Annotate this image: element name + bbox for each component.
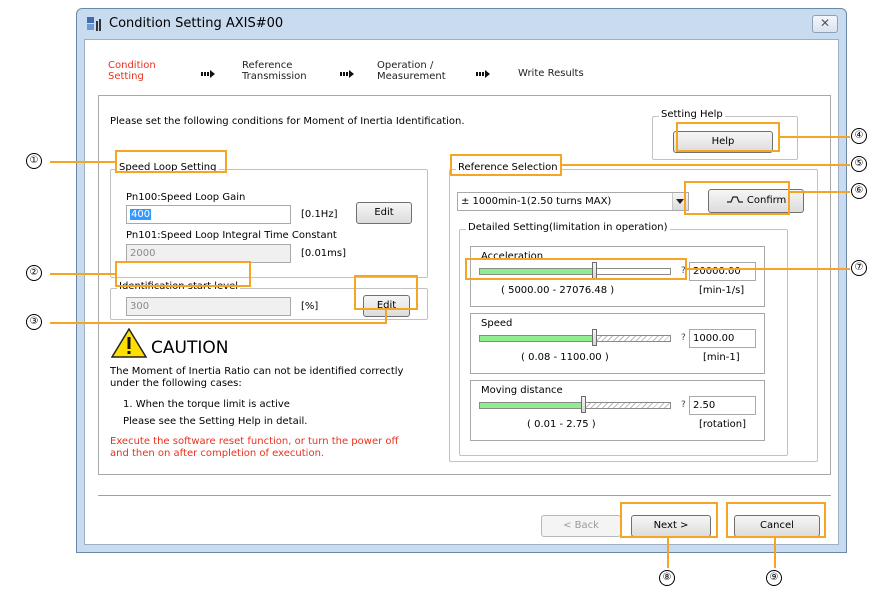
step-write-results: Write Results xyxy=(518,68,584,79)
callout-box-2 xyxy=(115,261,251,287)
step-arrow-icon xyxy=(201,70,215,78)
identification-start-level-field: 300 xyxy=(126,297,291,316)
caution-text-2: under the following cases: xyxy=(110,378,242,389)
callout-number-8: ⑧ xyxy=(659,570,675,586)
callout-number-7: ⑦ xyxy=(851,260,867,276)
callout-box-5 xyxy=(450,154,562,176)
moving-distance-help-icon[interactable]: ? xyxy=(681,400,686,410)
window-title: Condition Setting AXIS#00 xyxy=(109,16,284,31)
title-bar[interactable]: Condition Setting AXIS#00 ✕ xyxy=(77,9,846,39)
caution-item-2: Please see the Setting Help in detail. xyxy=(123,416,308,427)
callout-number-6: ⑥ xyxy=(851,183,867,199)
caution-text-1: The Moment of Inertia Ratio can not be i… xyxy=(110,366,404,377)
slider-hatch xyxy=(584,403,670,408)
callout-box-3 xyxy=(354,275,418,310)
integral-time-unit: [0.01ms] xyxy=(301,248,347,259)
callout-box-1 xyxy=(115,150,227,173)
speed-field[interactable]: 1000.00 xyxy=(689,329,756,348)
callout-number-2: ② xyxy=(26,265,42,281)
close-button[interactable]: ✕ xyxy=(812,15,838,33)
callout-leader-9 xyxy=(774,538,776,568)
warning-icon xyxy=(111,328,147,358)
callout-number-5: ⑤ xyxy=(851,156,867,172)
speed-slider-track[interactable] xyxy=(479,335,671,342)
moving-distance-label: Moving distance xyxy=(481,385,563,396)
footer-separator xyxy=(98,495,831,497)
callout-box-4 xyxy=(676,122,780,152)
detailed-setting-legend: Detailed Setting(limitation in operation… xyxy=(466,222,670,233)
callout-leader-6 xyxy=(790,191,850,193)
step-arrow-icon xyxy=(340,70,354,78)
moving-distance-field[interactable]: 2.50 xyxy=(689,396,756,415)
instructions-text: Please set the following conditions for … xyxy=(110,116,465,127)
slider-fill xyxy=(480,403,584,408)
step-condition-setting: Condition Setting xyxy=(108,60,156,82)
callout-leader-5 xyxy=(562,164,850,166)
speed-loop-edit-button[interactable]: Edit xyxy=(356,202,412,224)
identification-unit: [%] xyxy=(301,301,319,312)
speed-help-icon[interactable]: ? xyxy=(681,333,686,343)
step-reference-transmission: Reference Transmission xyxy=(242,60,307,82)
moving-distance-panel: Moving distance ? 2.50 ( 0.01 - 2.75 ) [… xyxy=(470,380,765,441)
callout-number-1: ① xyxy=(26,153,42,169)
reset-warning-1: Execute the software reset function, or … xyxy=(110,436,399,447)
callout-leader-2 xyxy=(50,273,115,275)
client-area: Condition Setting Reference Transmission O… xyxy=(84,39,839,545)
callout-leader-8 xyxy=(667,538,669,568)
reference-select[interactable]: ± 1000min-1(2.50 turns MAX) xyxy=(457,192,689,211)
speed-unit: [min-1] xyxy=(703,352,740,363)
speed-label: Speed xyxy=(481,318,513,329)
acceleration-range: ( 5000.00 - 27076.48 ) xyxy=(501,285,615,296)
reset-warning-2: and then on after completion of executio… xyxy=(110,448,325,459)
step-operation-measurement: Operation / Measurement xyxy=(377,60,446,82)
callout-number-9: ⑨ xyxy=(766,570,782,586)
slider-hatch xyxy=(595,336,670,341)
back-button[interactable]: < Back xyxy=(541,515,621,537)
callout-number-3: ③ xyxy=(26,314,42,330)
integral-time-label: Pn101:Speed Loop Integral Time Constant xyxy=(126,230,337,241)
speed-slider-thumb[interactable] xyxy=(592,329,597,346)
callout-box-8 xyxy=(620,502,718,538)
slider-fill xyxy=(480,336,595,341)
speed-panel: Speed ? 1000.00 ( 0.08 - 1100.00 ) [min-… xyxy=(470,313,765,374)
setting-help-legend: Setting Help xyxy=(659,109,725,120)
speed-loop-gain-unit: [0.1Hz] xyxy=(301,209,338,220)
caution-item-1: 1. When the torque limit is active xyxy=(123,399,290,410)
callout-box-7 xyxy=(465,258,687,280)
moving-distance-slider-thumb[interactable] xyxy=(581,396,586,413)
acceleration-field[interactable]: 20000.00 xyxy=(689,262,756,281)
callout-leader-4 xyxy=(780,136,850,138)
moving-distance-range: ( 0.01 - 2.75 ) xyxy=(527,419,596,430)
speed-loop-gain-field[interactable]: 400 xyxy=(126,205,291,224)
callout-number-4: ④ xyxy=(851,128,867,144)
callout-box-6 xyxy=(684,181,790,215)
speed-loop-gain-label: Pn100:Speed Loop Gain xyxy=(126,192,246,203)
callout-leader-1 xyxy=(50,161,115,163)
close-icon: ✕ xyxy=(819,16,831,30)
callout-leader-3 xyxy=(50,322,387,324)
moving-distance-slider-track[interactable] xyxy=(479,402,671,409)
callout-box-9 xyxy=(726,502,826,538)
speed-range: ( 0.08 - 1100.00 ) xyxy=(521,352,609,363)
caution-title: CAUTION xyxy=(151,338,229,358)
moving-distance-unit: [rotation] xyxy=(699,419,747,430)
callout-leader-7 xyxy=(687,268,850,270)
step-arrow-icon xyxy=(476,70,490,78)
app-icon xyxy=(87,17,101,31)
acceleration-unit: [min-1/s] xyxy=(699,285,745,296)
